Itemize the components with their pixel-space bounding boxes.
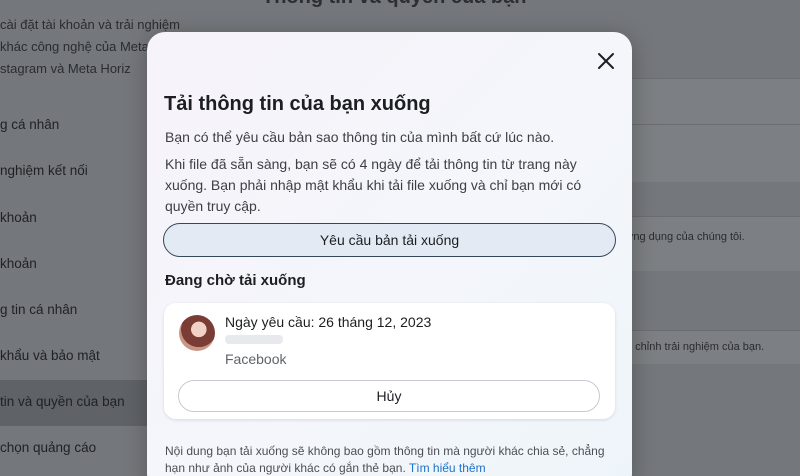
close-icon [598, 53, 614, 69]
sidebar-item-ad-preferences[interactable]: chọn quảng cáo [0, 440, 96, 455]
background-right-text: u chỉnh trải nghiệm của bạn. [626, 341, 765, 353]
sidebar-item-personal-info[interactable]: g tin cá nhân [0, 302, 77, 317]
pending-downloads-heading: Đang chờ tải xuống [165, 272, 306, 289]
background-page-title: Thông tin và quyền của bạn [262, 0, 526, 9]
background-right-text: ứng dụng của chúng tôi. [626, 231, 745, 243]
download-info-dialog: Tải thông tin của bạn xuống Bạn có thể y… [147, 32, 632, 476]
blurred-account-name [225, 335, 283, 344]
background-sidebar: cài đặt tài khoản và trải nghiệm khác cô… [0, 0, 180, 476]
sidebar-item-accounts-center[interactable]: khoản [0, 256, 37, 271]
note-text: Nội dung bạn tải xuống sẽ không bao gồm … [165, 444, 605, 475]
sidebar-item-your-information[interactable]: tin và quyền của bạn [0, 380, 150, 426]
download-content-note: Nội dung bạn tải xuống sẽ không bao gồm … [165, 443, 615, 476]
sidebar-item-password-security[interactable]: khẩu và bảo mật [0, 348, 100, 363]
sidebar-item-connected-experiences[interactable]: nghiệm kết nối [0, 163, 88, 178]
cancel-download-button[interactable]: Hủy [178, 380, 600, 412]
platform-label: Facebook [225, 351, 287, 367]
dialog-availability-note: Khi file đã sẵn sàng, bạn sẽ có 4 ngày đ… [165, 156, 582, 214]
sidebar-item-personal-details[interactable]: g cá nhân [0, 117, 59, 132]
sidebar-item-accounts[interactable]: khoản [0, 210, 37, 225]
learn-more-link[interactable]: Tìm hiểu thêm [409, 461, 486, 475]
background-panel [612, 78, 800, 124]
background-panel [612, 216, 800, 271]
request-date: Ngày yêu cầu: 26 tháng 12, 2023 [225, 314, 432, 330]
dialog-title: Tải thông tin của bạn xuống [164, 93, 431, 115]
background-panel [612, 124, 800, 182]
pending-download-card: Ngày yêu cầu: 26 tháng 12, 2023 Facebook… [164, 303, 615, 419]
request-download-button[interactable]: Yêu cầu bản tải xuống [163, 223, 616, 257]
avatar [179, 315, 215, 351]
close-button[interactable] [595, 50, 617, 72]
dialog-description: Bạn có thể yêu cầu bản sao thông tin của… [165, 129, 555, 145]
